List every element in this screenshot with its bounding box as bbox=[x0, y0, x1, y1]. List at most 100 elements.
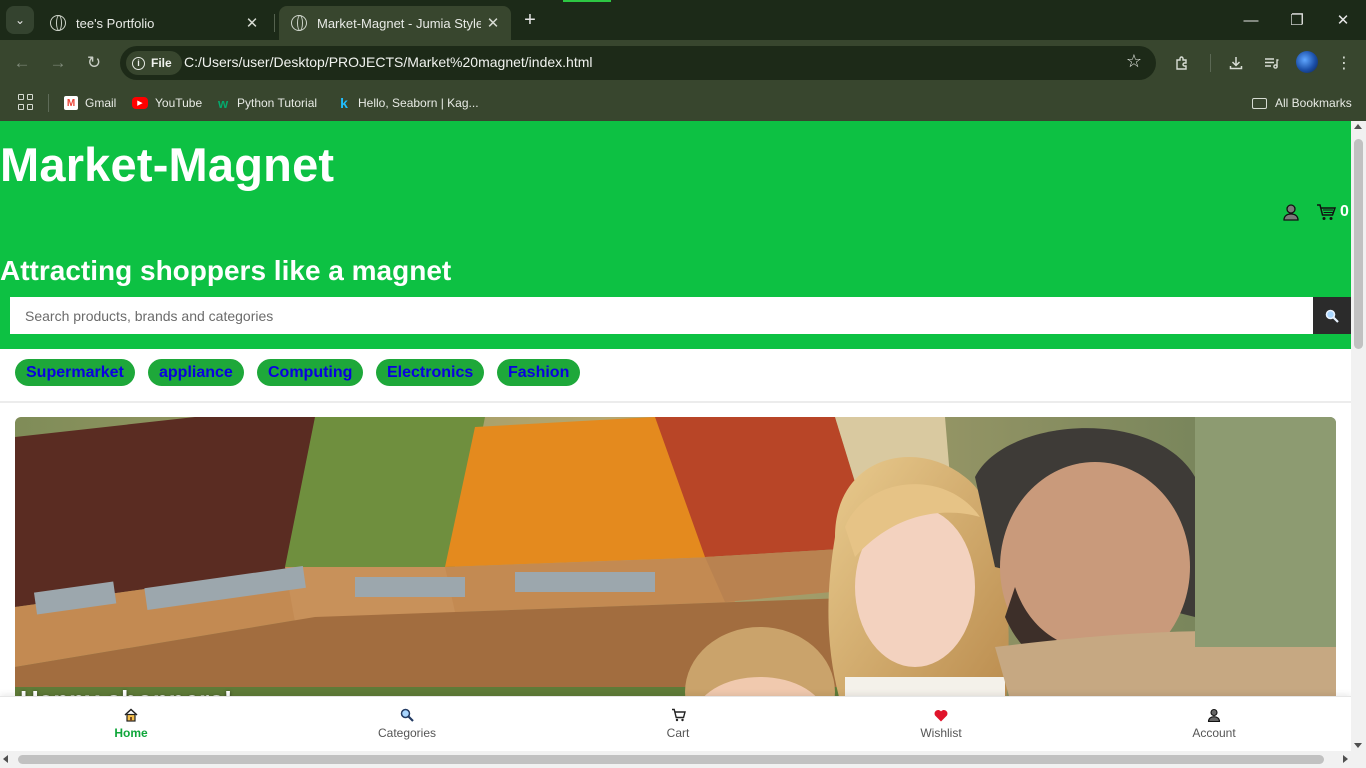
bookmark-label: Gmail bbox=[85, 96, 117, 110]
bookmark-label: Python Tutorial bbox=[237, 96, 318, 110]
info-icon: i bbox=[132, 56, 145, 70]
heart-icon bbox=[933, 707, 949, 723]
bookmark-gmail[interactable]: M Gmail bbox=[64, 92, 116, 114]
close-window-button[interactable]: ✕ bbox=[1320, 0, 1366, 40]
search-icon bbox=[399, 707, 415, 723]
bottom-navigation: Home Categories Cart Wishlist Account bbox=[0, 696, 1351, 751]
scroll-right-icon[interactable] bbox=[1343, 755, 1348, 763]
browser-tab-portfolio[interactable]: tee's Portfolio ✕ bbox=[38, 6, 270, 40]
bottom-nav-cart[interactable]: Cart bbox=[608, 707, 748, 740]
tab-title: Market-Magnet - Jumia Style bbox=[317, 15, 481, 31]
close-icon: ✕ bbox=[1336, 12, 1350, 29]
browser-tab-strip: ⌄ tee's Portfolio ✕ Market-Magnet - Jumi… bbox=[0, 0, 1366, 40]
user-icon bbox=[1206, 707, 1222, 723]
bottom-nav-wishlist[interactable]: Wishlist bbox=[871, 707, 1011, 740]
category-electronics[interactable]: Electronics bbox=[376, 359, 485, 386]
profile-avatar-icon[interactable] bbox=[1296, 51, 1318, 73]
bottom-nav-label: Account bbox=[1192, 726, 1236, 740]
minimize-icon: — bbox=[1243, 11, 1259, 29]
hero-banner: Happy shoppers! bbox=[15, 417, 1336, 717]
browser-toolbar: ← → ↻ i File C:/Users/user/Desktop/PROJE… bbox=[0, 40, 1366, 86]
home-icon bbox=[123, 707, 139, 723]
back-button[interactable]: ← bbox=[8, 49, 36, 77]
tab-search-button[interactable]: ⌄ bbox=[6, 6, 34, 34]
bookmark-label: YouTube bbox=[155, 96, 203, 110]
cart-icon bbox=[670, 707, 686, 723]
search-icon bbox=[1325, 309, 1339, 323]
cart-count-badge: 0 bbox=[1340, 203, 1349, 220]
site-tagline: Attracting shoppers like a magnet bbox=[0, 255, 452, 286]
site-logo[interactable]: Market-Magnet bbox=[0, 137, 334, 192]
kaggle-icon: k bbox=[340, 95, 348, 111]
youtube-icon: ▶ bbox=[132, 97, 148, 109]
forward-button[interactable]: → bbox=[44, 49, 72, 77]
close-icon[interactable]: ✕ bbox=[481, 11, 505, 35]
apps-grid-icon[interactable] bbox=[18, 94, 34, 110]
bookmark-star-icon[interactable]: ☆ bbox=[1126, 51, 1142, 72]
restore-button[interactable]: ❐ bbox=[1274, 0, 1320, 40]
vertical-scrollbar[interactable] bbox=[1351, 121, 1366, 751]
tab-title: tee's Portfolio bbox=[76, 15, 155, 31]
category-supermarket[interactable]: Supermarket bbox=[15, 359, 135, 386]
minimize-button[interactable]: — bbox=[1228, 0, 1274, 40]
tab-group-indicator bbox=[563, 0, 611, 2]
bookmark-kaggle-seaborn[interactable]: k Hello, Seaborn | Kag... bbox=[337, 92, 479, 114]
bottom-nav-label: Home bbox=[114, 726, 148, 740]
scrollbar-thumb[interactable] bbox=[18, 755, 1324, 764]
tab-divider bbox=[274, 14, 275, 32]
globe-icon bbox=[50, 15, 66, 31]
site-info-chip[interactable]: i File bbox=[126, 51, 182, 75]
search-button[interactable] bbox=[1313, 297, 1351, 334]
header-cart-button[interactable]: 0 bbox=[1316, 203, 1349, 221]
hero-image-supermarket-family bbox=[15, 417, 1336, 717]
browser-tab-market-magnet[interactable]: Market-Magnet - Jumia Style ✕ bbox=[279, 6, 511, 40]
account-icon[interactable] bbox=[1282, 203, 1300, 221]
site-info-label: File bbox=[151, 56, 172, 70]
close-icon[interactable]: ✕ bbox=[240, 11, 264, 35]
arrow-left-icon: ← bbox=[13, 53, 31, 72]
category-fashion[interactable]: Fashion bbox=[497, 359, 581, 386]
bottom-nav-label: Categories bbox=[377, 726, 437, 740]
scroll-up-icon[interactable] bbox=[1354, 124, 1362, 129]
site-header: Market-Magnet 0 Attracting shoppers like… bbox=[0, 121, 1351, 349]
bookmark-label: Hello, Seaborn | Kag... bbox=[358, 96, 479, 110]
w3schools-icon: w bbox=[217, 95, 229, 111]
cart-icon bbox=[1317, 204, 1336, 220]
more-menu-icon[interactable]: ⋮ bbox=[1331, 50, 1357, 76]
search-input[interactable] bbox=[10, 297, 1313, 334]
horizontal-scrollbar[interactable] bbox=[0, 751, 1366, 768]
all-bookmarks-button[interactable]: All Bookmarks bbox=[1252, 92, 1352, 114]
new-tab-button[interactable]: + bbox=[518, 8, 542, 32]
gmail-icon: M bbox=[64, 96, 78, 110]
category-appliance[interactable]: appliance bbox=[148, 359, 244, 386]
scrollbar-thumb[interactable] bbox=[1354, 139, 1363, 349]
all-bookmarks-label: All Bookmarks bbox=[1275, 96, 1352, 110]
media-control-icon[interactable] bbox=[1258, 50, 1284, 76]
chevron-down-icon: ⌄ bbox=[14, 13, 26, 27]
arrow-right-icon: → bbox=[49, 53, 67, 72]
bottom-nav-categories[interactable]: Categories bbox=[337, 707, 477, 740]
scroll-left-icon[interactable] bbox=[3, 755, 8, 763]
category-computing[interactable]: Computing bbox=[257, 359, 364, 386]
bookmarks-bar: M Gmail ▶ YouTube w Python Tutorial k He… bbox=[0, 86, 1366, 121]
globe-icon bbox=[291, 15, 307, 31]
page-viewport: Market-Magnet 0 Attracting shoppers like… bbox=[0, 121, 1351, 751]
toolbar-divider bbox=[1210, 54, 1211, 72]
bottom-nav-label: Cart bbox=[666, 726, 690, 740]
bottom-nav-home[interactable]: Home bbox=[61, 707, 201, 740]
restore-icon: ❐ bbox=[1290, 12, 1304, 29]
folder-icon bbox=[1252, 97, 1267, 109]
plus-icon: + bbox=[524, 8, 536, 31]
download-icon[interactable] bbox=[1223, 50, 1249, 76]
bookmark-python-tutorial[interactable]: w Python Tutorial bbox=[216, 92, 317, 114]
bookmark-youtube[interactable]: ▶ YouTube bbox=[132, 92, 202, 114]
address-bar[interactable]: i File C:/Users/user/Desktop/PROJECTS/Ma… bbox=[120, 46, 1156, 80]
url-text[interactable]: C:/Users/user/Desktop/PROJECTS/Market%20… bbox=[184, 54, 592, 70]
extensions-icon[interactable] bbox=[1169, 50, 1195, 76]
bottom-nav-account[interactable]: Account bbox=[1144, 707, 1284, 740]
category-nav: Supermarket appliance Computing Electron… bbox=[0, 349, 1351, 403]
bookmarks-divider bbox=[48, 94, 49, 112]
scroll-down-icon[interactable] bbox=[1354, 743, 1362, 748]
reload-icon: ↻ bbox=[86, 53, 102, 72]
reload-button[interactable]: ↻ bbox=[80, 49, 108, 77]
